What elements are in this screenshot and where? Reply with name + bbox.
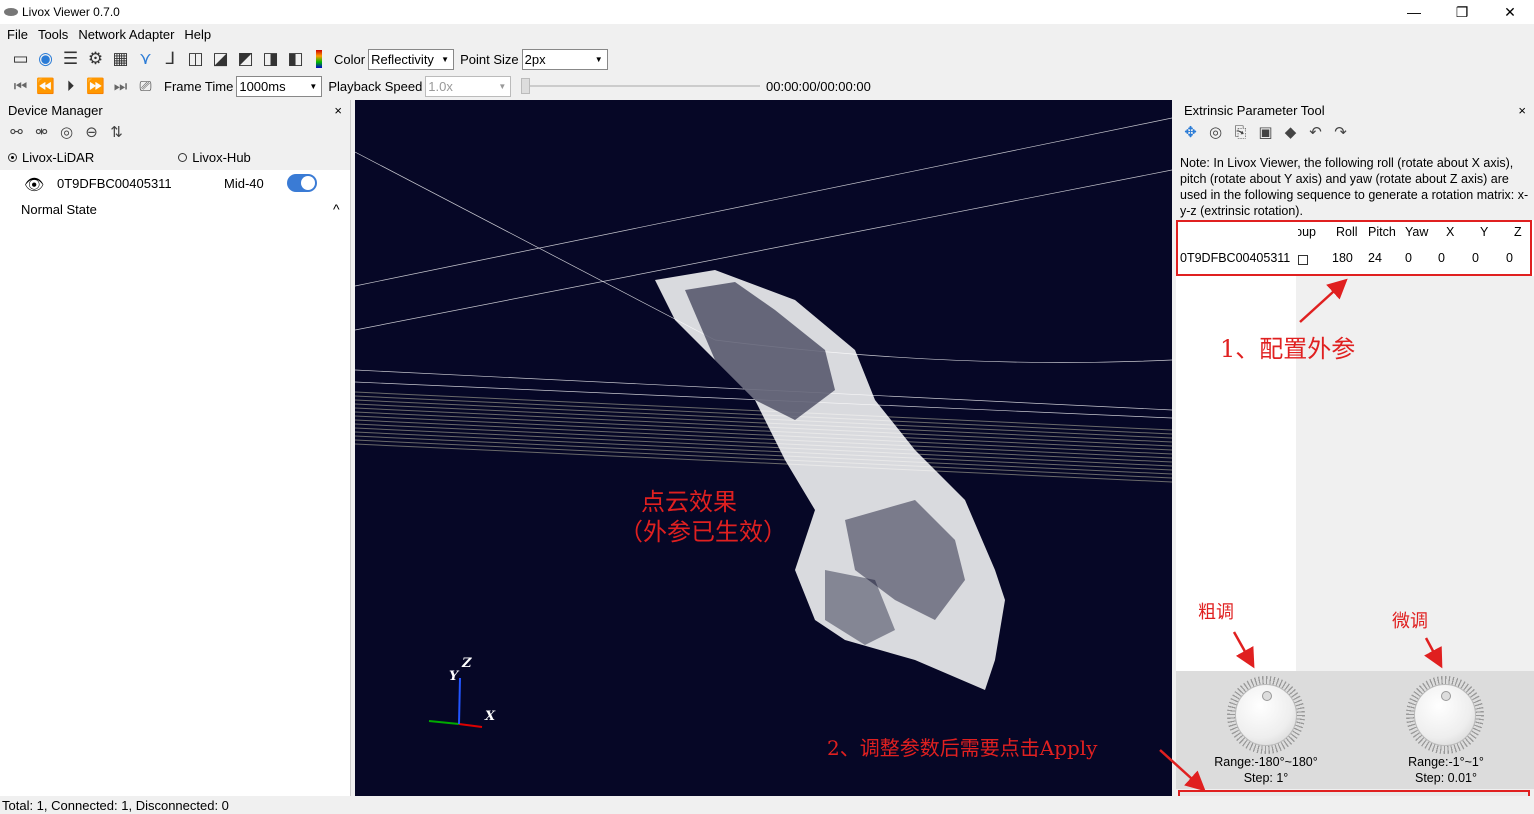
- status-bar: Total: 1, Connected: 1, Disconnected: 0: [0, 796, 1534, 814]
- arrow-to-coarse-knob: [1232, 631, 1255, 669]
- annotation-arrows: [1159, 278, 1443, 792]
- arrow-to-fine-knob: [1424, 637, 1443, 669]
- arrow-to-apply: [1159, 749, 1206, 792]
- arrow-to-table: [1299, 278, 1348, 323]
